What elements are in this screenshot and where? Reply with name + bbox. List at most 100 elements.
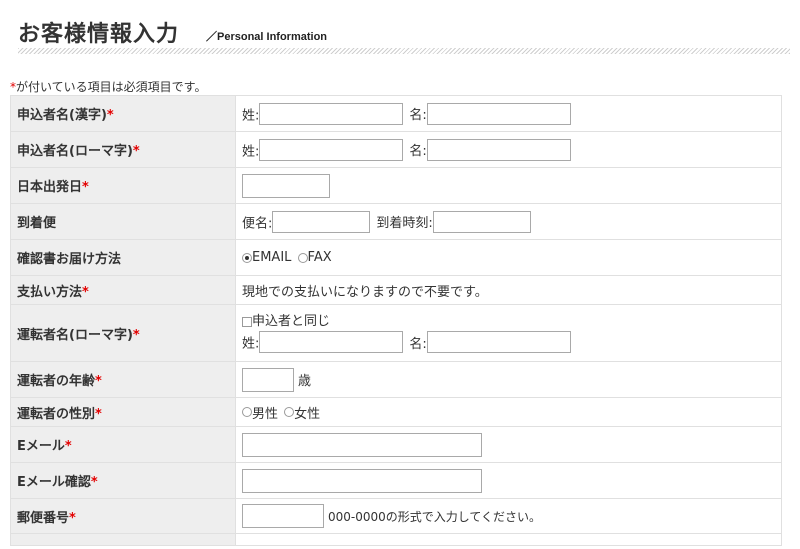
payment-label-cell: 支払い方法* <box>10 275 236 305</box>
required-mark: * <box>90 475 98 490</box>
driver-age-label-cell: 運転者の年齢* <box>10 361 236 398</box>
row-applicant-roman: 申込者名(ローマ字)* 姓: 名: <box>10 131 782 168</box>
driver-age-value-cell: 歳 <box>235 361 782 398</box>
driver-roman-label: 運転者名(ローマ字) <box>17 327 133 343</box>
confirmation-delivery-value-cell: EMAIL FAX <box>235 239 782 276</box>
applicant-kanji-first-name-input[interactable] <box>426 102 571 125</box>
row-driver-age: 運転者の年齢* 歳 <box>10 361 782 398</box>
same-as-applicant-checkbox[interactable] <box>242 317 252 327</box>
payment-label: 支払い方法 <box>17 284 83 300</box>
driver-roman-value-cell: 申込者と同じ 姓: 名: <box>235 304 782 362</box>
page-subtitle: ／Personal Information <box>206 31 328 43</box>
postal-code-hint: 000-0000の形式で入力してください。 <box>328 509 542 524</box>
driver-roman-label-cell: 運転者名(ローマ字)* <box>10 304 236 362</box>
postal-code-label: 郵便番号 <box>17 510 70 526</box>
applicant-roman-label-cell: 申込者名(ローマ字)* <box>10 131 236 168</box>
customer-form-table: 申込者名(漢字)* 姓: 名: 申込者名(ローマ字)* 姓: 名: 日本出発日* 到… <box>10 95 782 546</box>
postal-code-label-cell: 郵便番号* <box>10 498 236 534</box>
applicant-kanji-last-name-input[interactable] <box>259 102 404 125</box>
row-departure-date: 日本出発日* <box>10 167 782 204</box>
row-email-confirm: Eメール確認* <box>10 462 782 499</box>
required-mark: * <box>95 374 102 389</box>
email-option-label: EMAIL <box>252 250 292 265</box>
applicant-roman-last-name-input[interactable] <box>259 138 404 161</box>
row-applicant-kanji: 申込者名(漢字)* 姓: 名: <box>10 95 782 132</box>
postal-code-input[interactable] <box>242 504 324 528</box>
fax-radio[interactable] <box>297 252 308 263</box>
departure-date-label-cell: 日本出発日* <box>10 167 236 204</box>
required-mark: * <box>106 108 114 123</box>
postal-code-value-cell: 000-0000の形式で入力してください。 <box>235 498 782 534</box>
required-mark: * <box>132 144 140 159</box>
arrival-flight-label-cell: 到着便 <box>10 203 236 240</box>
page-title: お客様情報入力 <box>18 22 180 47</box>
required-mark: * <box>69 510 76 526</box>
departure-date-input[interactable] <box>242 173 330 198</box>
last-name-label: 姓: <box>242 336 260 352</box>
arrival-flight-label: 到着便 <box>17 216 57 231</box>
last-name-label: 姓: <box>242 108 260 123</box>
email-radio[interactable] <box>242 252 252 263</box>
departure-date-value-cell <box>235 167 782 204</box>
first-name-label: 名: <box>409 144 427 159</box>
applicant-kanji-label-cell: 申込者名(漢字)* <box>10 95 236 132</box>
first-name-label: 名: <box>409 336 427 352</box>
arrival-time-input[interactable] <box>432 210 531 233</box>
applicant-kanji-value-cell: 姓: 名: <box>235 95 782 132</box>
flight-number-input[interactable] <box>272 210 371 233</box>
driver-gender-label-cell: 運転者の性別* <box>10 397 236 427</box>
email-confirm-input[interactable] <box>242 468 482 493</box>
email-confirm-label: Eメール確認 <box>17 475 91 490</box>
row-arrival-flight: 到着便 便名: 到着時刻: <box>10 203 782 240</box>
male-option-label: 男性 <box>252 406 279 422</box>
applicant-roman-value-cell: 姓: 名: <box>235 131 782 168</box>
same-as-applicant-label: 申込者と同じ <box>252 314 331 329</box>
page-header: お客様情報入力 ／Personal Information <box>18 14 790 54</box>
age-unit: 歳 <box>298 374 312 389</box>
applicant-roman-label: 申込者名(ローマ字) <box>17 144 133 159</box>
flight-number-label: 便名: <box>242 216 273 231</box>
male-radio[interactable] <box>242 407 252 417</box>
female-option-label: 女性 <box>294 406 321 422</box>
driver-first-name-input[interactable] <box>426 331 571 353</box>
required-mark: * <box>82 180 89 195</box>
email-value-cell <box>235 426 782 463</box>
email-input[interactable] <box>242 432 482 457</box>
female-radio[interactable] <box>284 407 295 417</box>
arrival-time-label: 到着時刻: <box>376 216 433 231</box>
applicant-roman-first-name-input[interactable] <box>426 138 571 161</box>
arrival-flight-value-cell: 便名: 到着時刻: <box>235 203 782 240</box>
row-driver-roman: 運転者名(ローマ字)* 申込者と同じ 姓: 名: <box>10 304 782 362</box>
payment-value-cell: 現地での支払いになりますので不要です。 <box>235 275 782 305</box>
driver-gender-value-cell: 男性 女性 <box>235 397 782 427</box>
driver-gender-label: 運転者の性別 <box>17 406 96 422</box>
row-driver-gender: 運転者の性別* 男性 女性 <box>10 397 782 427</box>
required-note-text: が付いている項目は必須項目です。 <box>16 80 207 94</box>
required-mark: * <box>82 284 89 300</box>
applicant-kanji-label: 申込者名(漢字) <box>17 108 107 123</box>
row-postal-code: 郵便番号* 000-0000の形式で入力してください。 <box>10 498 782 534</box>
driver-age-input[interactable] <box>242 367 294 392</box>
fax-option-label: FAX <box>307 250 332 265</box>
row-email: Eメール* <box>10 426 782 463</box>
required-mark: * <box>132 327 140 343</box>
email-confirm-label-cell: Eメール確認* <box>10 462 236 499</box>
email-confirm-value-cell <box>235 462 782 499</box>
first-name-label: 名: <box>409 108 427 123</box>
confirmation-delivery-label-cell: 確認書お届け方法 <box>10 239 236 276</box>
row-payment: 支払い方法* 現地での支払いになりますので不要です。 <box>10 275 782 305</box>
payment-text: 現地での支払いになりますので不要です。 <box>242 284 488 300</box>
row-confirmation-delivery: 確認書お届け方法 EMAIL FAX <box>10 239 782 276</box>
required-note: *が付いている項目は必須項目です。 <box>10 78 206 95</box>
row-next-partial <box>10 533 782 546</box>
departure-date-label: 日本出発日 <box>17 180 83 195</box>
required-mark: * <box>95 406 102 422</box>
driver-last-name-input[interactable] <box>259 331 404 353</box>
required-mark: * <box>64 439 72 454</box>
confirmation-delivery-label: 確認書お届け方法 <box>17 252 122 267</box>
email-label: Eメール <box>17 439 65 454</box>
next-label-cell <box>10 533 236 546</box>
last-name-label: 姓: <box>242 144 260 159</box>
email-label-cell: Eメール* <box>10 426 236 463</box>
next-value-cell <box>235 533 782 546</box>
